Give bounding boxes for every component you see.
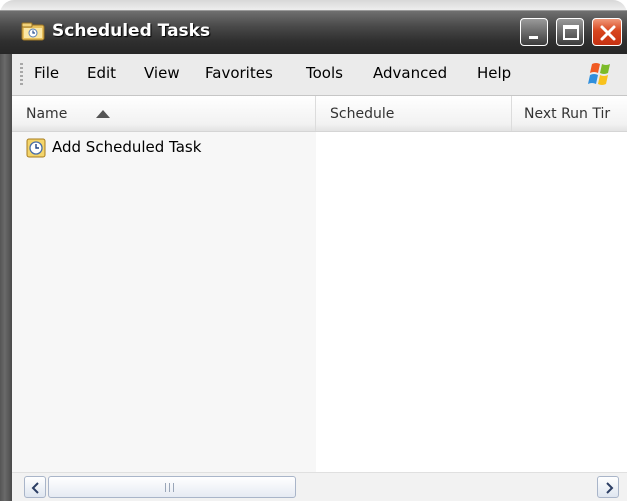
title-bar[interactable]: Scheduled Tasks <box>0 0 627 54</box>
maximize-button[interactable] <box>556 18 584 46</box>
minimize-icon <box>529 36 538 39</box>
column-header-next-run[interactable]: Next Run Tir <box>512 96 627 131</box>
column-schedule-label: Schedule <box>330 106 395 122</box>
minimize-button[interactable] <box>520 18 548 46</box>
column-header-name[interactable]: Name <box>12 96 316 131</box>
menu-tools[interactable]: Tools <box>306 64 343 82</box>
task-list[interactable]: Add Scheduled Task <box>12 132 627 472</box>
window-title: Scheduled Tasks <box>52 21 211 41</box>
menu-advanced[interactable]: Advanced <box>373 64 447 82</box>
menu-favorites[interactable]: Favorites <box>205 64 273 82</box>
sort-ascending-icon <box>96 110 110 118</box>
menu-help[interactable]: Help <box>477 64 511 82</box>
scroll-right-button[interactable] <box>597 476 619 498</box>
menu-bar: File Edit View Favorites Tools Advanced … <box>12 54 627 96</box>
scheduled-tasks-folder-icon[interactable] <box>20 20 46 42</box>
chevron-left-icon <box>31 482 39 494</box>
menu-view[interactable]: View <box>144 64 180 82</box>
window-left-border <box>0 54 12 501</box>
menu-edit[interactable]: Edit <box>87 64 116 82</box>
scrollbar-thumb[interactable] <box>48 476 296 498</box>
menu-file[interactable]: File <box>34 64 59 82</box>
close-button[interactable] <box>592 18 622 46</box>
maximize-icon <box>563 25 579 40</box>
windows-flag-icon <box>580 58 622 92</box>
scroll-left-button[interactable] <box>24 476 46 498</box>
close-icon <box>600 25 616 41</box>
chevron-right-icon <box>606 482 614 494</box>
name-column-highlight <box>12 132 316 472</box>
add-task-icon <box>26 138 46 158</box>
list-item-label: Add Scheduled Task <box>52 138 202 156</box>
column-header-schedule[interactable]: Schedule <box>316 96 512 131</box>
toolbar-grip[interactable] <box>20 63 23 87</box>
column-name-label: Name <box>26 106 68 122</box>
thumb-grip <box>165 483 177 492</box>
column-next-run-label: Next Run Tir <box>524 106 611 122</box>
list-header: Name Schedule Next Run Tir <box>12 96 627 132</box>
horizontal-scrollbar[interactable] <box>12 472 627 501</box>
